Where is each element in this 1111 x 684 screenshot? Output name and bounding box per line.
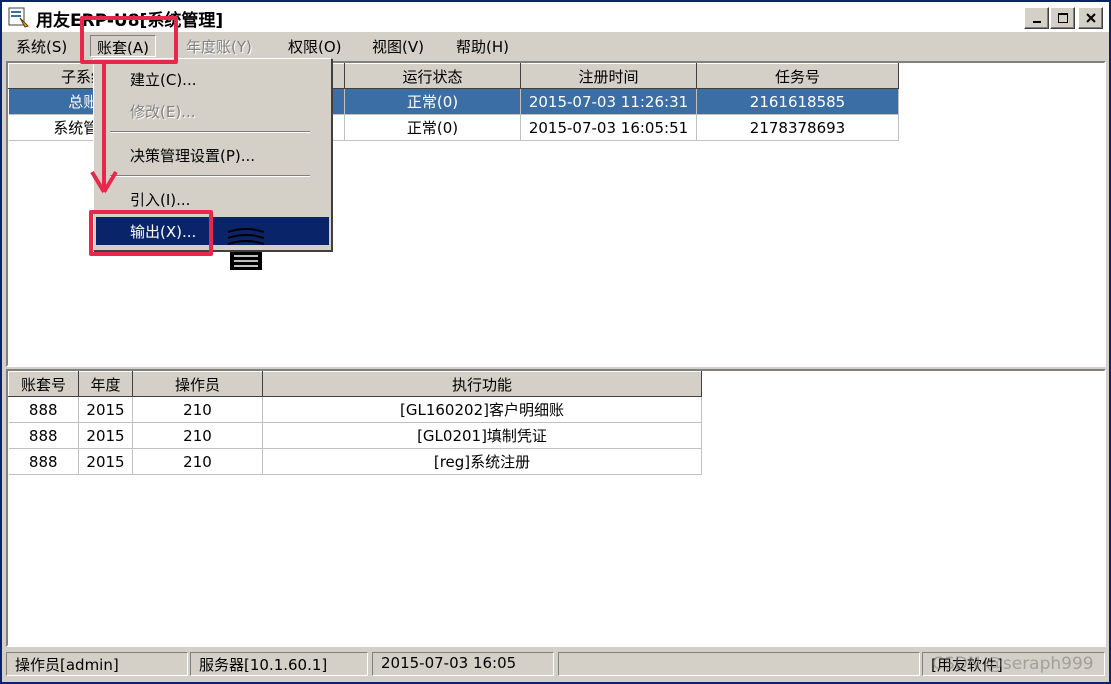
cell-function: [reg]系统注册 [262, 448, 702, 475]
annotation-box-export [89, 210, 213, 256]
menu-item-decision-settings[interactable]: 决策管理设置(P)... [96, 141, 329, 169]
watermark: CSDN @seraph999 [932, 654, 1094, 674]
status-server: 服务器[10.1.60.1] [190, 652, 368, 676]
maximize-icon [1057, 13, 1068, 23]
col-account-set[interactable]: 账套号 [8, 371, 79, 397]
menu-system[interactable]: 系统(S) [10, 35, 73, 57]
close-icon [1085, 13, 1096, 23]
menu-permission[interactable]: 权限(O) [282, 35, 348, 57]
status-operator: 操作员[admin] [6, 652, 188, 676]
cell-year: 2015 [78, 396, 133, 423]
menu-separator [110, 131, 310, 133]
cell-operator: 210 [132, 422, 263, 449]
cell-account-set: 888 [8, 396, 79, 423]
col-status[interactable]: 运行状态 [344, 63, 521, 89]
cell-account-set: 888 [8, 422, 79, 449]
menu-separator [110, 175, 310, 177]
cell-operator: 210 [132, 396, 263, 423]
cell-operator: 210 [132, 448, 263, 475]
menu-item-import[interactable]: 引入(I)... [96, 185, 329, 213]
minimize-icon [1032, 21, 1041, 23]
maximize-button[interactable] [1050, 7, 1075, 29]
close-button[interactable] [1078, 7, 1103, 29]
status-blank [558, 652, 920, 676]
cell-account-set: 888 [8, 448, 79, 475]
cell-status: 正常(0) [344, 88, 521, 115]
cell-function: [GL0201]填制凭证 [262, 422, 702, 449]
col-task-id[interactable]: 任务号 [696, 63, 899, 89]
table-row[interactable]: 888 2015 210 [GL160202]客户明细账 [8, 396, 702, 423]
cell-year: 2015 [78, 422, 133, 449]
table-row[interactable]: 888 2015 210 [reg]系统注册 [8, 448, 702, 475]
status-datetime: 2015-07-03 16:05 [372, 652, 554, 676]
cell-register-time: 2015-07-03 16:05:51 [520, 114, 697, 141]
menu-annual-account[interactable]: 年度账(Y) [180, 35, 258, 57]
col-register-time[interactable]: 注册时间 [520, 63, 697, 89]
cell-function: [GL160202]客户明细账 [262, 396, 702, 423]
cell-register-time: 2015-07-03 11:26:31 [520, 88, 697, 115]
menu-view[interactable]: 视图(V) [366, 35, 430, 57]
col-function[interactable]: 执行功能 [262, 371, 702, 397]
busy-cursor-icon [227, 228, 265, 270]
col-year[interactable]: 年度 [78, 371, 133, 397]
app-icon [8, 7, 29, 28]
cell-task-id: 2178378693 [696, 114, 899, 141]
menu-help[interactable]: 帮助(H) [450, 35, 515, 57]
cell-status: 正常(0) [344, 114, 521, 141]
annotation-box-menu [80, 16, 178, 64]
table-row[interactable]: 888 2015 210 [GL0201]填制凭证 [8, 422, 702, 449]
col-operator[interactable]: 操作员 [132, 371, 263, 397]
menu-item-modify[interactable]: 修改(E)... [96, 97, 329, 125]
app-window: 用友ERP-U8[系统管理] 系统(S) 账套(A) 年度账(Y) 权限(O) … [0, 0, 1111, 684]
annotation-arrow [90, 64, 118, 194]
minimize-button[interactable] [1024, 7, 1049, 29]
menu-item-create[interactable]: 建立(C)... [96, 65, 329, 93]
cell-year: 2015 [78, 448, 133, 475]
task-table: 账套号 年度 操作员 执行功能 888 2015 210 [GL160202]客… [8, 371, 702, 475]
task-list-pane[interactable]: 账套号 年度 操作员 执行功能 888 2015 210 [GL160202]客… [6, 369, 1106, 647]
cell-task-id: 2161618585 [696, 88, 899, 115]
